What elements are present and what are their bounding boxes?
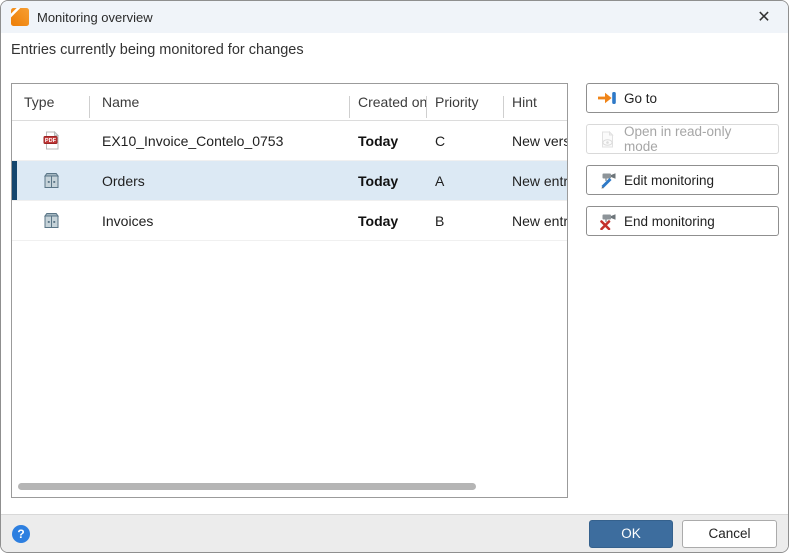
pdf-document-icon: PDF (43, 131, 59, 150)
column-header-name[interactable]: Name (90, 84, 350, 120)
ok-button[interactable]: OK (589, 519, 673, 548)
row-type-icon-cell (12, 172, 90, 189)
monitored-entries-table: Type Name Created on Priority Hint PDF E… (11, 83, 568, 498)
row-hint: New entry (512, 172, 567, 189)
row-type-icon-cell: PDF (12, 131, 90, 150)
table-row[interactable]: PDF EX10_Invoice_Contelo_0753 Today C Ne… (12, 121, 567, 161)
cabinet-icon (43, 213, 59, 228)
go-to-button[interactable]: Go to (586, 83, 779, 113)
row-created-on: Today (358, 212, 399, 229)
action-button-panel: Go to Open in read-only mode Edit monito… (586, 83, 779, 236)
table-row[interactable]: Invoices Today B New entry (12, 201, 567, 241)
table-row[interactable]: Orders Today A New entry (12, 161, 567, 201)
end-monitoring-icon (599, 213, 615, 230)
row-created-on: Today (358, 132, 399, 149)
read-only-document-icon (601, 130, 614, 147)
help-icon[interactable]: ? (12, 524, 30, 543)
action-button-label: Open in read-only mode (624, 124, 732, 154)
footer-bar: ? OK Cancel (1, 514, 788, 552)
edit-monitoring-icon (600, 172, 615, 188)
row-priority: A (435, 172, 445, 189)
dialog-subtitle: Entries currently being monitored for ch… (11, 42, 304, 58)
row-name: Invoices (102, 212, 154, 229)
goto-arrow-icon (598, 92, 616, 104)
horizontal-scrollbar[interactable] (18, 483, 476, 490)
cabinet-icon (43, 173, 59, 188)
column-header-hint[interactable]: Hint (504, 84, 567, 120)
row-priority: B (435, 212, 445, 229)
window-title: Monitoring overview (37, 9, 153, 25)
action-button-label: Go to (624, 90, 658, 106)
row-hint: New entry (512, 212, 567, 229)
row-name: Orders (102, 172, 145, 189)
end-monitoring-button[interactable]: End monitoring (586, 206, 779, 236)
table-header: Type Name Created on Priority Hint (12, 84, 567, 121)
action-button-label: End monitoring (624, 213, 715, 229)
row-type-icon-cell (12, 212, 90, 229)
row-hint: New version (512, 132, 567, 149)
row-priority: C (435, 132, 446, 149)
close-icon[interactable]: ✕ (750, 3, 778, 31)
open-in-read-only-mode-button: Open in read-only mode (586, 124, 779, 154)
cancel-button[interactable]: Cancel (682, 519, 777, 548)
column-header-priority[interactable]: Priority (427, 84, 504, 120)
edit-monitoring-button[interactable]: Edit monitoring (586, 165, 779, 195)
action-button-label: Edit monitoring (624, 172, 715, 188)
row-name: EX10_Invoice_Contelo_0753 (102, 132, 284, 149)
title-bar: Monitoring overview ✕ (1, 1, 788, 33)
app-logo-icon (11, 8, 29, 26)
column-header-created-on[interactable]: Created on (350, 84, 427, 120)
table-body: PDF EX10_Invoice_Contelo_0753 Today C Ne… (12, 121, 567, 241)
column-header-type[interactable]: Type (12, 84, 90, 120)
monitoring-overview-dialog: Monitoring overview ✕ Entries currently … (0, 0, 789, 553)
row-created-on: Today (358, 172, 399, 189)
svg-text:PDF: PDF (44, 138, 56, 144)
